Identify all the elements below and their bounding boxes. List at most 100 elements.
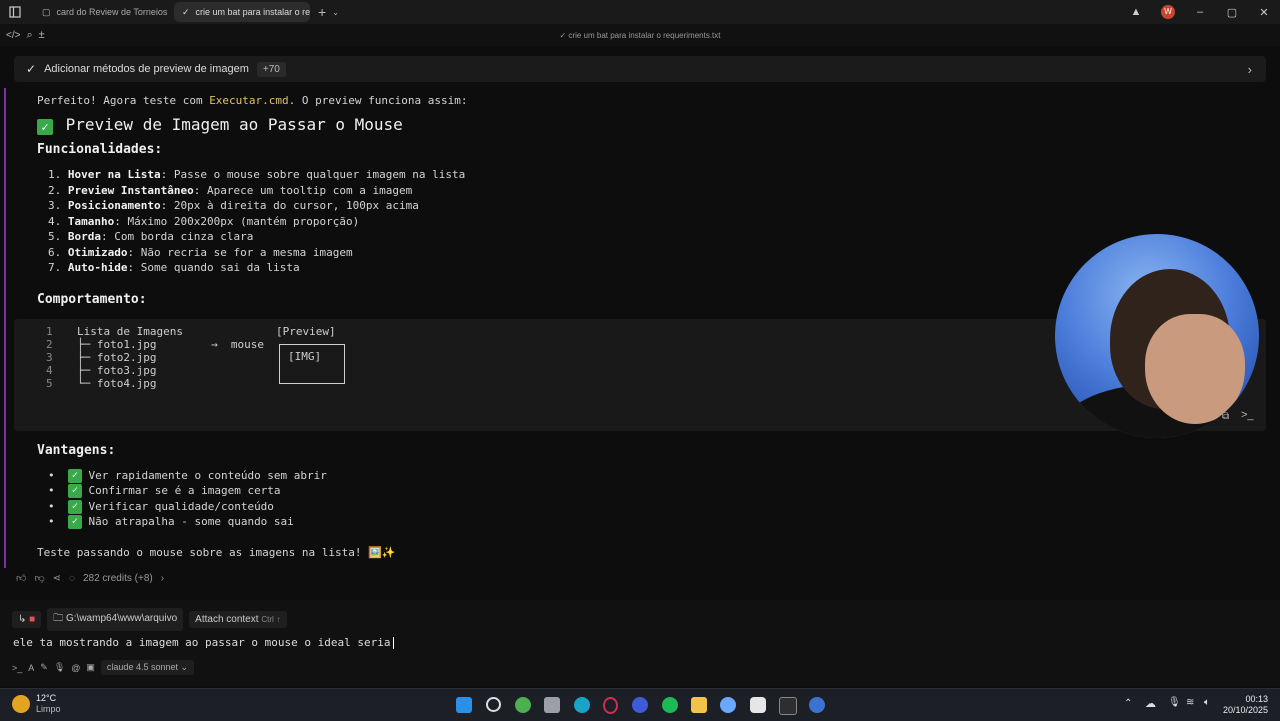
check-icon: ✓	[67, 469, 82, 483]
prompt-input[interactable]: ele ta mostrando a imagem ao passar o mo…	[13, 636, 394, 649]
check-icon: ✓	[67, 500, 82, 514]
clock-date: 20/10/2025	[1222, 705, 1268, 715]
volume-icon[interactable]: 🔈︎	[1204, 697, 1210, 708]
code-line: ├─ foto2.jpg	[77, 351, 157, 364]
terminal-app-icon[interactable]	[779, 697, 797, 715]
code-img-label: [IMG]	[288, 350, 322, 363]
auto-icon[interactable]: A	[28, 663, 34, 673]
message-actions: 👍︎ 👎︎ ⋖ ◌ 282 credits (+8) ›	[16, 571, 164, 585]
features-title: Funcionalidades:	[37, 142, 163, 157]
image-icon[interactable]: ▣	[86, 662, 95, 673]
tab-label: card do Review de Torneios	[56, 7, 168, 17]
list-item: 4. Tamanho: Máximo 200x200px (mantém pro…	[48, 215, 360, 228]
spinner-icon: ◌	[69, 572, 75, 584]
code-line: ├─ foto3.jpg	[77, 364, 157, 377]
credits-label[interactable]: 282 credits (+8)	[83, 573, 153, 584]
cloud-icon[interactable]: ☁	[1145, 697, 1156, 710]
chevron-down-icon[interactable]: ⌄	[332, 8, 339, 17]
list-item: 2. Preview Instantâneo: Aparece um toolt…	[48, 184, 413, 197]
webcam-overlay	[1055, 234, 1259, 438]
behavior-title: Comportamento:	[37, 292, 147, 307]
close-button[interactable]: ✕	[1248, 6, 1280, 19]
list-item: 1. Hover na Lista: Passe o mouse sobre q…	[48, 168, 466, 181]
context-row: ↳ ■ 🗀 G:\wamp64\www\arquivo Attach conte…	[12, 608, 287, 631]
user-avatar[interactable]: W	[1152, 5, 1184, 19]
check-icon: ✓	[37, 119, 53, 135]
snipping-icon[interactable]	[544, 697, 560, 713]
mic-icon[interactable]: 🎙︎	[1168, 697, 1181, 708]
check-icon: ✓	[67, 515, 82, 529]
new-tab-button[interactable]: +	[318, 4, 326, 20]
closing-text: Teste passando o mouse sobre as imagens …	[37, 546, 396, 559]
input-area: ↳ ■ 🗀 G:\wamp64\www\arquivo Attach conte…	[0, 600, 1280, 686]
active-app-icon[interactable]	[750, 697, 766, 713]
model-selector[interactable]: claude 4.5 sonnet ⌄	[100, 660, 195, 675]
weather-icon	[12, 695, 30, 713]
code-line: ├─ foto1.jpg	[77, 338, 157, 351]
file-explorer-icon[interactable]	[691, 697, 707, 713]
minimize-button[interactable]: –	[1184, 6, 1216, 18]
attach-context-button[interactable]: Attach context Ctrl ↑	[189, 611, 287, 628]
workspace-path[interactable]: 🗀 G:\wamp64\www\arquivo	[47, 608, 184, 631]
banner-count: +70	[256, 61, 286, 77]
thumbs-up-icon[interactable]: 👍︎	[16, 572, 26, 584]
conversation-title: ✓ crie um bat para instalar o requerimen…	[559, 30, 721, 40]
list-item: • ✓ Ver rapidamente o conteúdo sem abrir	[48, 469, 327, 483]
weather-widget[interactable]: 12°C Limpo	[12, 693, 61, 715]
chevron-up-icon[interactable]: ⌃	[1124, 698, 1132, 709]
share-icon[interactable]: ⋖	[53, 573, 61, 584]
mic-icon[interactable]: 🎙︎	[54, 662, 65, 673]
wifi-icon[interactable]: ≋	[1186, 697, 1194, 708]
list-item: 7. Auto-hide: Some quando sai da lista	[48, 261, 300, 274]
edge-icon[interactable]	[574, 697, 590, 713]
stop-button[interactable]: ↳ ■	[12, 611, 42, 628]
input-toolbar: >_ A ✎ 🎙︎ @ ▣ claude 4.5 sonnet ⌄	[12, 660, 195, 675]
banner-label: Adicionar métodos de preview de imagem	[44, 63, 249, 75]
search-icon[interactable]	[486, 697, 501, 712]
file-reference: Executar.cmd	[209, 94, 289, 107]
windows-start-icon[interactable]	[456, 697, 472, 713]
maximize-button[interactable]: ▢	[1216, 6, 1248, 19]
terminal-icon[interactable]: >_	[12, 663, 22, 673]
line-number: 3	[46, 351, 53, 364]
temperature: 12°C	[36, 693, 57, 703]
xbox-icon[interactable]	[515, 697, 531, 713]
chevron-right-icon[interactable]: ›	[1248, 62, 1252, 77]
toolbar: </> ⌕ ± ✓ crie um bat para instalar o re…	[0, 24, 1280, 46]
sidebar-toggle-icon[interactable]	[0, 6, 30, 18]
list-item: 6. Otimizado: Não recria se for a mesma …	[48, 246, 353, 259]
list-item: • ✓ Verificar qualidade/conteúdo	[48, 500, 274, 514]
weather-condition: Limpo	[36, 704, 61, 714]
line-number: 1	[46, 325, 53, 338]
flame-icon[interactable]: ▲	[1120, 6, 1152, 18]
list-item: 3. Posicionamento: 20px à direita do cur…	[48, 199, 419, 212]
vpn-icon[interactable]	[809, 697, 825, 713]
browser-icon[interactable]	[720, 697, 736, 713]
opera-icon[interactable]	[603, 697, 618, 714]
title-bar: ▢ card do Review de Torneios ✓ crie um b…	[0, 0, 1280, 24]
mention-icon[interactable]: @	[71, 663, 80, 673]
message-accent-bar	[4, 88, 6, 568]
code-preview-label: [Preview]	[276, 325, 336, 338]
intro-text: Perfeito! Agora teste com Executar.cmd. …	[37, 94, 468, 107]
check-icon: ✓	[182, 6, 190, 17]
chevron-right-icon[interactable]: ›	[161, 573, 164, 584]
clock-time: 00:13	[1245, 694, 1268, 704]
task-banner[interactable]: ✓ Adicionar métodos de preview de imagem…	[14, 56, 1266, 82]
list-item: • ✓ Confirmar se é a imagem certa	[48, 484, 281, 498]
code-line: └─ foto4.jpg	[77, 377, 157, 390]
code-arrow: → mouse	[211, 338, 264, 351]
line-number: 4	[46, 364, 53, 377]
edit-icon[interactable]: ✎	[40, 662, 48, 673]
system-clock[interactable]: 00:13 20/10/2025	[1223, 694, 1268, 716]
window-controls: ▲ W – ▢ ✕	[1120, 0, 1280, 24]
check-icon: ✓	[67, 484, 82, 498]
advantages-title: Vantagens:	[37, 443, 116, 458]
thumbs-down-icon[interactable]: 👎︎	[34, 572, 44, 584]
tab-bat-instalar[interactable]: ✓ crie um bat para instalar o req	[174, 2, 310, 22]
spotify-icon[interactable]	[662, 697, 678, 713]
tab-review-torneios[interactable]: ▢ card do Review de Torneios	[34, 2, 170, 22]
check-icon: ✓	[26, 62, 37, 76]
line-number: 5	[46, 377, 53, 390]
app-icon[interactable]	[632, 697, 648, 713]
